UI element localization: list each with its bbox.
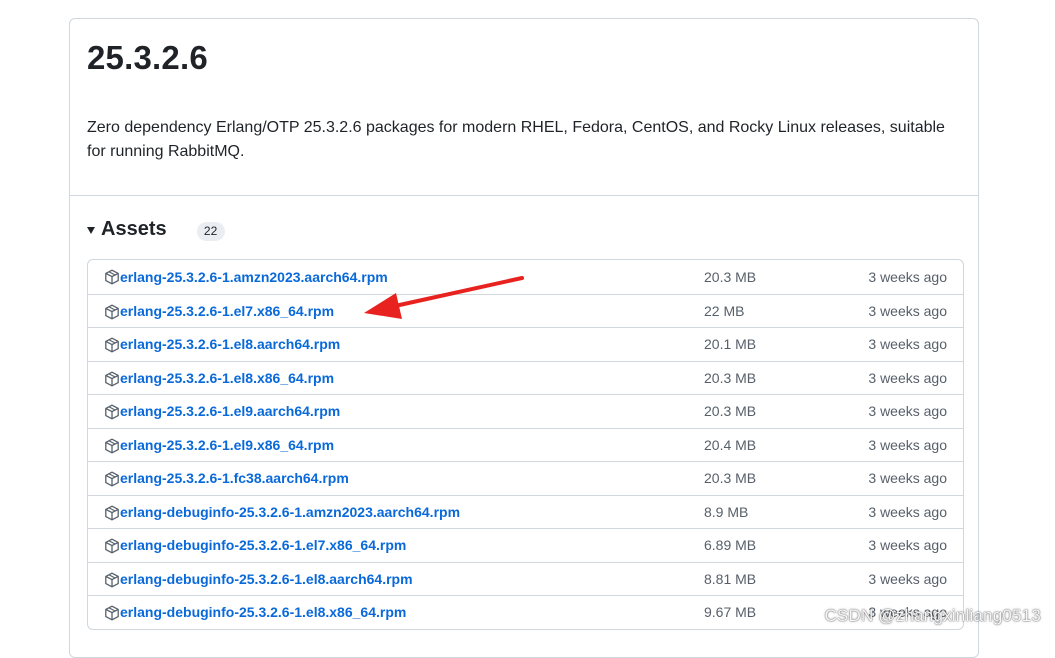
asset-date: 3 weeks ago [868, 268, 947, 285]
asset-row: erlang-debuginfo-25.3.2.6-1.amzn2023.aar… [88, 494, 963, 529]
asset-size: 8.81 MB [704, 570, 757, 587]
asset-link[interactable]: erlang-25.3.2.6-1.el8.aarch64.rpm [120, 336, 340, 352]
asset-date: 3 weeks ago [868, 570, 947, 587]
asset-date: 3 weeks ago [868, 470, 947, 487]
asset-date: 3 weeks ago [868, 336, 947, 353]
asset-size: 20.3 MB [704, 369, 757, 386]
assets-count-badge: 22 [196, 221, 225, 241]
package-icon [105, 572, 119, 587]
asset-link[interactable]: erlang-debuginfo-25.3.2.6-1.el8.x86_64.r… [120, 604, 406, 620]
package-icon [105, 371, 119, 386]
package-icon [105, 505, 119, 520]
asset-size: 9.67 MB [704, 604, 757, 621]
asset-size: 20.4 MB [704, 436, 757, 453]
asset-link[interactable]: erlang-debuginfo-25.3.2.6-1.el7.x86_64.r… [120, 537, 406, 553]
package-icon [105, 471, 119, 487]
asset-link[interactable]: erlang-25.3.2.6-1.el9.x86_64.rpm [120, 437, 334, 453]
asset-link[interactable]: erlang-debuginfo-25.3.2.6-1.el8.aarch64.… [120, 571, 413, 587]
watermark: CSDN @zhangxinliang0513 [824, 606, 1041, 625]
package-icon [105, 404, 119, 420]
asset-link[interactable]: erlang-25.3.2.6-1.el7.x86_64.rpm [120, 303, 334, 319]
asset-link[interactable]: erlang-25.3.2.6-1.amzn2023.aarch64.rpm [120, 269, 388, 285]
asset-link[interactable]: erlang-debuginfo-25.3.2.6-1.amzn2023.aar… [120, 504, 460, 520]
divider [70, 195, 978, 196]
asset-link[interactable]: erlang-25.3.2.6-1.el9.aarch64.rpm [120, 403, 340, 419]
asset-row: erlang-25.3.2.6-1.amzn2023.aarch64.rpm 20… [88, 260, 963, 294]
package-icon [105, 438, 119, 453]
asset-date: 3 weeks ago [868, 302, 947, 319]
asset-row: erlang-25.3.2.6-1.el9.x86_64.rpm 20.4 MB 3… [88, 427, 963, 462]
package-icon [105, 538, 119, 554]
asset-size: 20.3 MB [704, 470, 757, 487]
asset-size: 8.9 MB [704, 503, 749, 520]
assets-list: erlang-25.3.2.6-1.amzn2023.aarch64.rpm 20… [87, 259, 964, 630]
asset-link[interactable]: erlang-25.3.2.6-1.el8.x86_64.rpm [120, 370, 334, 386]
asset-date: 3 weeks ago [868, 503, 947, 520]
asset-link[interactable]: erlang-25.3.2.6-1.fc38.aarch64.rpm [120, 470, 349, 486]
asset-size: 20.3 MB [704, 403, 757, 420]
asset-row: erlang-debuginfo-25.3.2.6-1.el7.x86_64.r… [88, 528, 963, 562]
asset-size: 20.3 MB [704, 268, 757, 285]
caret-down-icon[interactable] [87, 226, 95, 234]
package-icon [105, 269, 119, 285]
asset-row: erlang-25.3.2.6-1.el8.x86_64.rpm 20.3 MB 3… [88, 360, 963, 395]
assets-heading[interactable]: Assets [101, 218, 167, 241]
asset-row: erlang-debuginfo-25.3.2.6-1.el8.aarch64.… [88, 561, 963, 596]
package-icon [105, 337, 119, 353]
release-description: Zero dependency Erlang/OTP 25.3.2.6 pack… [87, 119, 945, 160]
asset-date: 3 weeks ago [868, 537, 947, 554]
asset-row: erlang-25.3.2.6-1.fc38.aarch64.rpm 20.3 M… [88, 461, 963, 495]
asset-size: 6.89 MB [704, 537, 757, 554]
asset-date: 3 weeks ago [868, 403, 947, 420]
asset-size: 22 MB [704, 302, 745, 319]
package-icon [105, 605, 119, 621]
asset-size: 20.1 MB [704, 336, 757, 353]
assets-toggle[interactable]: Assets 22 [87, 217, 225, 241]
asset-row: erlang-25.3.2.6-1.el9.aarch64.rpm 20.3 MB… [88, 394, 963, 428]
release-card: 25.3.2.6 Zero dependency Erlang/OTP 25.3… [69, 18, 979, 658]
asset-date: 3 weeks ago [868, 369, 947, 386]
asset-row: erlang-25.3.2.6-1.el7.x86_64.rpm 22 MB 3 w… [88, 293, 963, 328]
asset-date: 3 weeks ago [868, 436, 947, 453]
release-title[interactable]: 25.3.2.6 [87, 39, 208, 77]
package-icon [105, 304, 119, 319]
asset-row: erlang-25.3.2.6-1.el8.aarch64.rpm 20.1 MB… [88, 327, 963, 361]
